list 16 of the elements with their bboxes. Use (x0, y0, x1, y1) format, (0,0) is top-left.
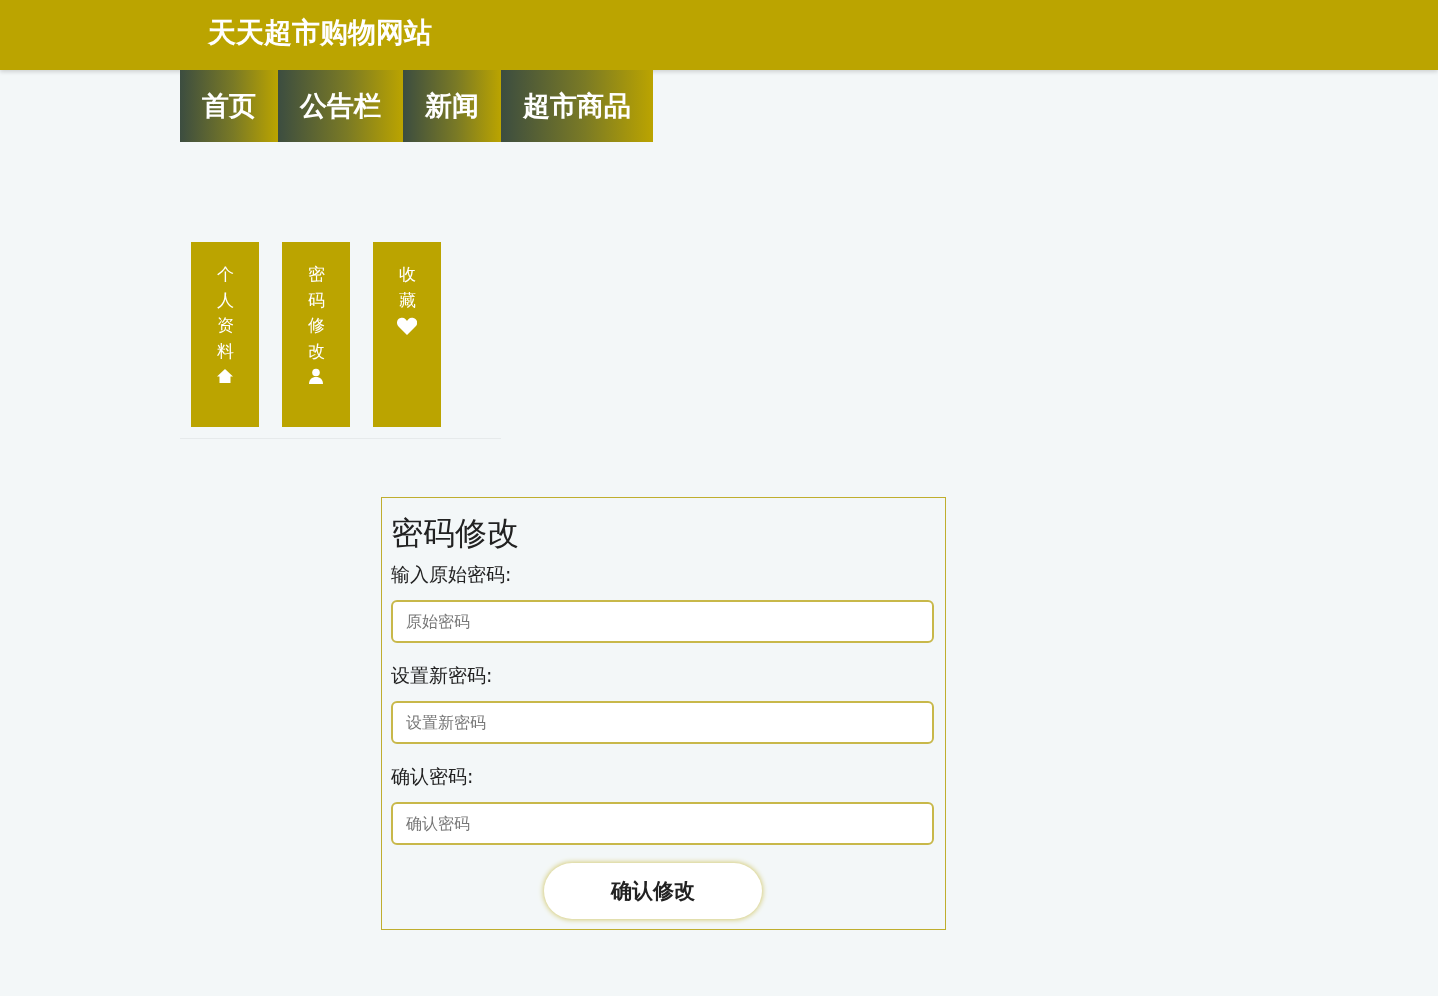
nav-link[interactable]: 超市商品 (501, 70, 653, 142)
password-field[interactable]: 原始密码 (391, 600, 934, 643)
site-title: 天天超市购物网站 (207, 15, 433, 51)
heart-icon (397, 317, 417, 335)
field-label: 确认密码: (391, 764, 475, 789)
field-label: 输入原始密码: (391, 562, 513, 587)
nav-link[interactable]: 公告栏 (278, 70, 403, 142)
home-icon (217, 368, 233, 384)
password-field[interactable]: 确认密码 (391, 802, 934, 845)
nav-link[interactable]: 首页 (180, 70, 278, 142)
field-label: 设置新密码: (391, 663, 494, 688)
nav-link[interactable]: 新闻 (403, 70, 501, 142)
form-title: 密码修改 (391, 513, 520, 554)
password-field[interactable]: 设置新密码 (391, 701, 934, 744)
confirm-button[interactable]: 确认修改 (543, 863, 762, 919)
user-icon (309, 368, 323, 384)
